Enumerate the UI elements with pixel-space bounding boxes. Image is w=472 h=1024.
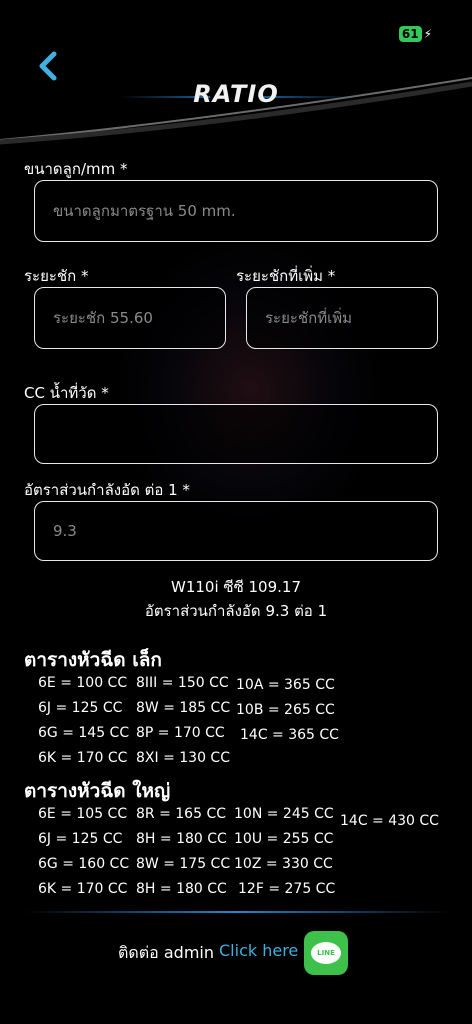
extra-stroke-input[interactable]: ระยะชักที่เพิ่ม: [246, 287, 438, 349]
line-app-button[interactable]: LINE: [304, 931, 348, 975]
large-nozzle-item: 10U = 255 CC: [234, 831, 334, 847]
large-nozzle-item: 6J = 125 CC: [38, 831, 123, 847]
small-nozzle-item: 6G = 145 CC: [38, 725, 130, 741]
small-nozzle-title: ตารางหัวฉีด เล็ก: [24, 649, 162, 671]
large-nozzle-item: 6K = 170 CC: [38, 881, 128, 897]
line-icon: LINE: [311, 942, 341, 964]
large-nozzle-item: 8H = 180 CC: [136, 881, 227, 897]
charging-icon: ⚡: [423, 27, 432, 41]
status-bar: 61 ⚡: [398, 26, 432, 42]
small-nozzle-item: 6K = 170 CC: [38, 750, 128, 766]
back-button[interactable]: [36, 50, 62, 84]
small-nozzle-item: 8W = 185 CC: [136, 700, 231, 716]
ratio-label: อัตราส่วนกำลังอัด ต่อ 1 *: [24, 481, 190, 499]
large-nozzle-item: 12F = 275 CC: [238, 881, 336, 897]
cc-label: CC น้ำที่วัด *: [24, 384, 109, 402]
stroke-input[interactable]: ระยะชัก 55.60: [34, 287, 226, 349]
result-compression-ratio: อัตราส่วนกำลังอัด 9.3 ต่อ 1: [144, 602, 328, 620]
ball-size-label: ขนาดลูก/mm *: [24, 160, 128, 178]
contact-admin-label: ติดต่อ admin: [118, 943, 214, 962]
small-nozzle-item: 6E = 100 CC: [38, 675, 128, 691]
footer-divider: [24, 911, 450, 913]
large-nozzle-item: 8R = 165 CC: [136, 806, 226, 822]
battery-level: 61: [398, 26, 422, 42]
ball-size-input[interactable]: ขนาดลูกมาตรฐาน 50 mm.: [34, 180, 438, 242]
small-nozzle-item: 8III = 150 CC: [136, 675, 229, 691]
large-nozzle-item: 10Z = 330 CC: [234, 856, 333, 872]
small-nozzle-item: 10B = 265 CC: [236, 702, 335, 718]
page-title: RATIO: [193, 80, 279, 108]
small-nozzle-item: 6J = 125 CC: [38, 700, 123, 716]
large-nozzle-item: 14C = 430 CC: [340, 813, 439, 829]
small-nozzle-item: 8P = 170 CC: [136, 725, 225, 741]
small-nozzle-item: 8XI = 130 CC: [136, 750, 230, 766]
click-here-link[interactable]: Click here: [219, 941, 298, 960]
large-nozzle-item: 6E = 105 CC: [38, 806, 128, 822]
ratio-input[interactable]: 9.3: [34, 501, 438, 561]
result-engine-cc: W110i ซีซี 109.17: [170, 578, 301, 596]
small-nozzle-item: 14C = 365 CC: [240, 727, 339, 743]
cc-input[interactable]: [34, 404, 438, 464]
large-nozzle-title: ตารางหัวฉีด ใหญ่: [24, 780, 171, 802]
small-nozzle-item: 10A = 365 CC: [236, 677, 335, 693]
line-icon-text: LINE: [317, 949, 335, 957]
large-nozzle-item: 10N = 245 CC: [234, 806, 334, 822]
chevron-left-icon: [39, 51, 57, 81]
large-nozzle-item: 6G = 160 CC: [38, 856, 130, 872]
large-nozzle-item: 8W = 175 CC: [136, 856, 231, 872]
extra-stroke-label: ระยะชักที่เพิ่ม *: [236, 267, 336, 285]
stroke-label: ระยะชัก *: [24, 267, 89, 285]
large-nozzle-item: 8H = 180 CC: [136, 831, 227, 847]
